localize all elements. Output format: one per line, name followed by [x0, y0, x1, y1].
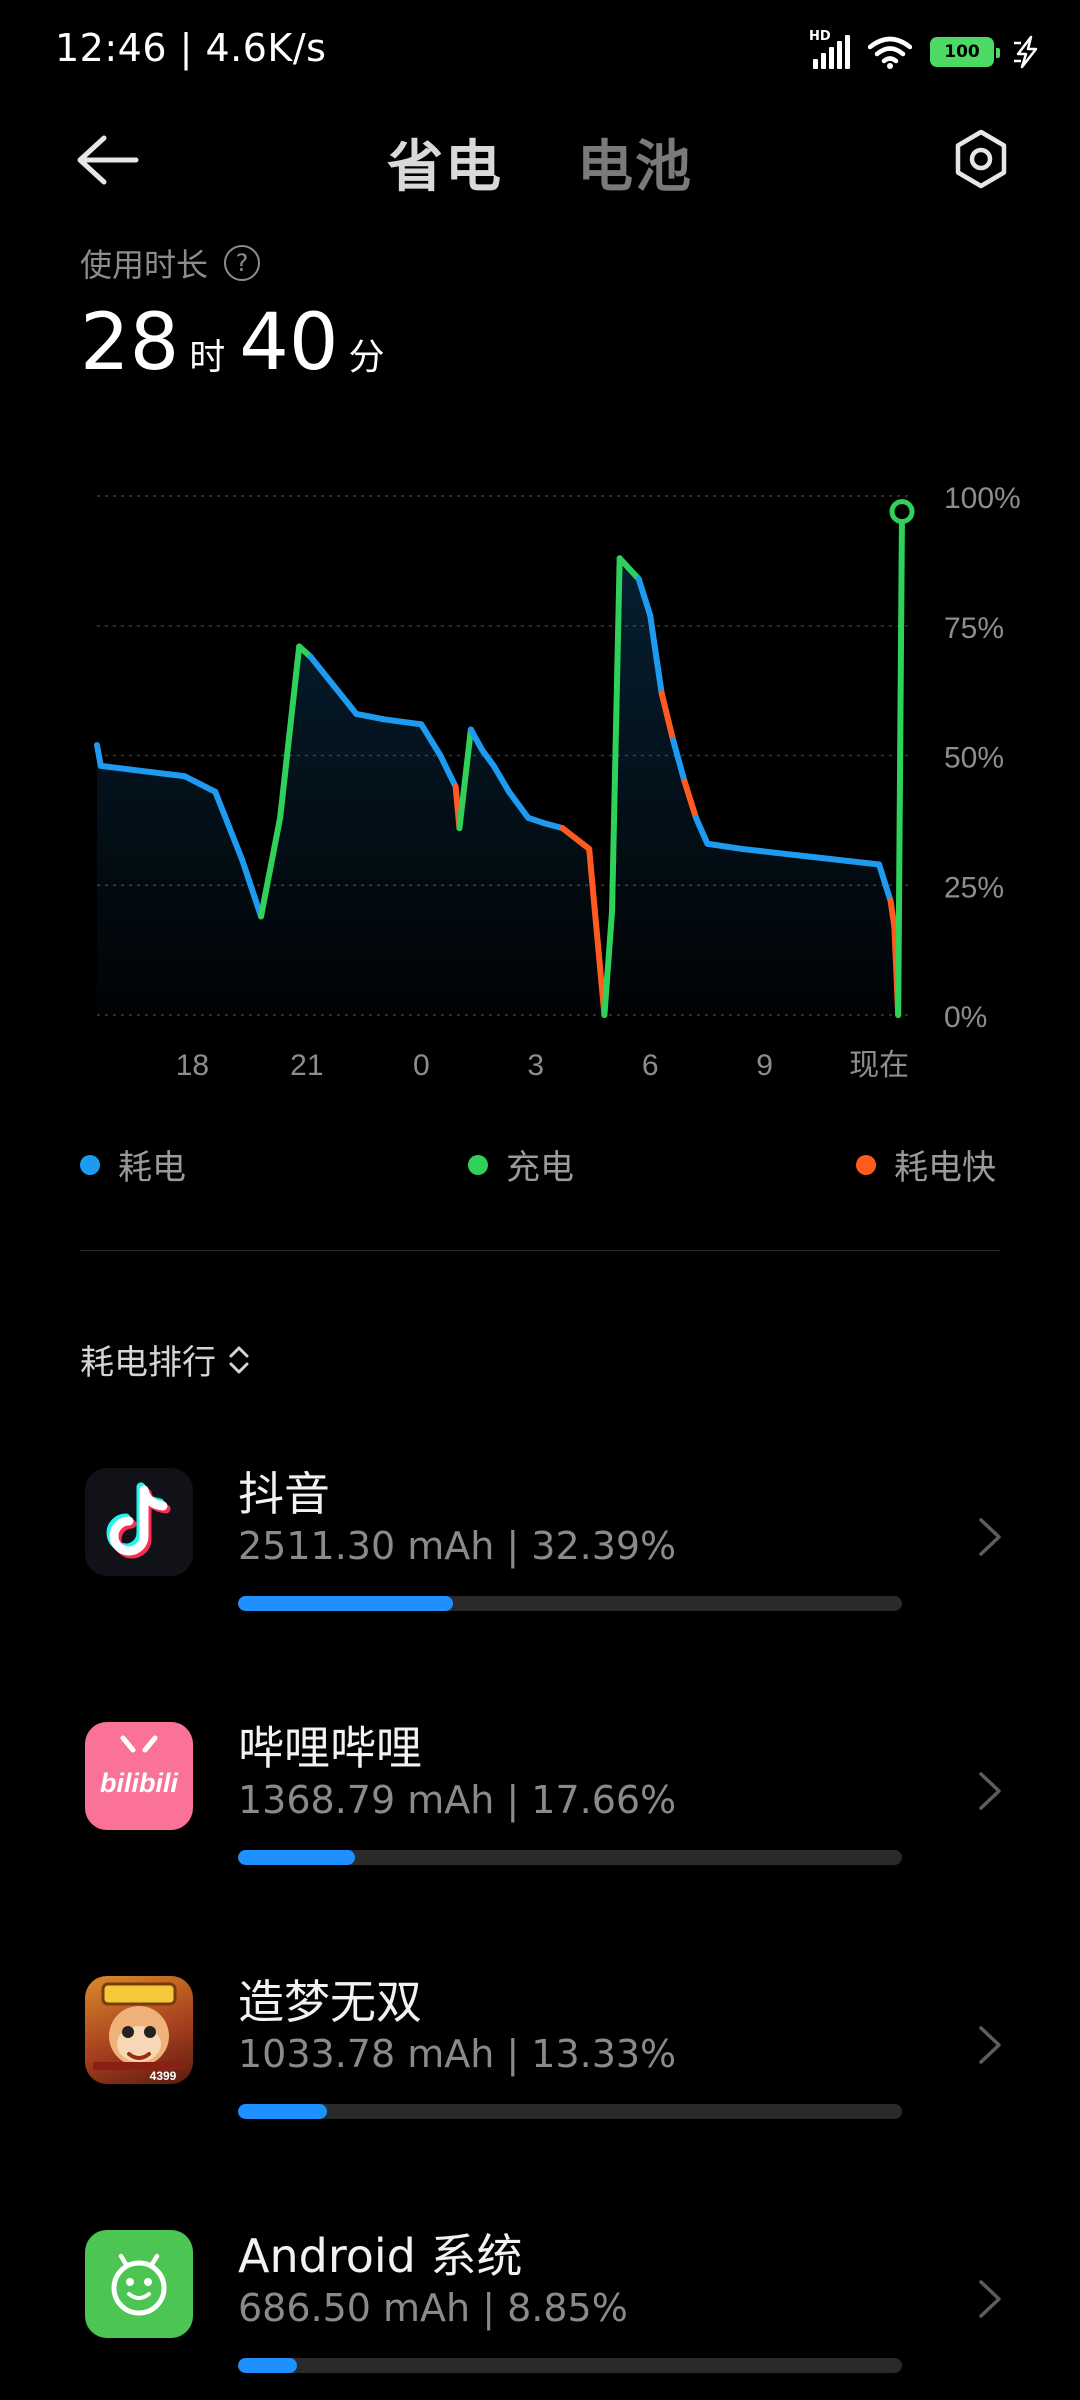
status-bar: 12:46 | 4.6K/s HD 100 [0, 0, 1080, 100]
battery-level: 100 [944, 41, 980, 62]
usage-duration-label: 使用时长 ? [80, 240, 261, 286]
legend-item-charge: 充电 [468, 1140, 574, 1189]
y-tick-label: 50% [944, 742, 1004, 775]
usage-bar-track [238, 2104, 902, 2119]
battery-level-chart: 100% 75% 50% 25% 0% 18 21 0 3 6 9 现在 [94, 482, 1021, 1082]
wifi-icon [868, 36, 912, 69]
x-tick-label: 6 [642, 1049, 659, 1082]
x-tick-label: 21 [290, 1049, 323, 1082]
ranking-title: 耗电排行 [80, 1343, 216, 1383]
tab-battery[interactable]: 电池 [577, 122, 693, 203]
battery-segment [94, 742, 104, 769]
status-icons: HD 100 [809, 28, 1042, 76]
divider [80, 1250, 1000, 1251]
x-tick-label: 0 [413, 1049, 430, 1082]
legend-label-drain: 耗电 [118, 1148, 186, 1188]
sort-toggle-icon [229, 1346, 249, 1373]
legend-item-fast-drain: 耗电快 [856, 1140, 996, 1189]
usage-bar-track [238, 1596, 902, 1611]
settings-icon[interactable] [950, 128, 1012, 190]
usage-bar-fill [238, 2104, 327, 2119]
x-tick-label: 现在 [849, 1049, 909, 1082]
app-row-android-system[interactable]: Android 系统 686.50 mAh | 8.85% [0, 2229, 1080, 2400]
usage-minutes: 40 [239, 298, 339, 388]
chevron-right-icon [979, 2026, 1001, 2064]
battery-icon: 100 [930, 37, 1000, 67]
charging-icon [1014, 35, 1038, 69]
help-icon[interactable]: ? [224, 245, 261, 281]
usage-bar-fill [238, 1596, 454, 1611]
game-badge-text: 4399 [150, 2069, 177, 2083]
bilibili-icon: bilibili [85, 1722, 193, 1830]
hd-badge: HD [809, 29, 831, 44]
android-icon [85, 2230, 193, 2338]
chart-legend: 耗电 充电 耗电快 [0, 1140, 1080, 1190]
app-row-douyin[interactable]: 抖音 2511.30 mAh | 32.39% [0, 1467, 1080, 1658]
app-name: 抖音 [238, 1467, 330, 1521]
legend-label-charge: 充电 [506, 1148, 574, 1188]
app-row-bilibili[interactable]: bilibili 哔哩哔哩 1368.79 mAh | 17.66% [0, 1721, 1080, 1912]
game-icon: 4399 [85, 1976, 193, 2084]
y-tick-label: 25% [944, 871, 1004, 904]
app-usage-stat: 2511.30 mAh | 32.39% [238, 1524, 677, 1568]
usage-bar-fill [238, 1850, 356, 1865]
battery-segment [887, 897, 898, 930]
x-tick-label: 3 [527, 1049, 544, 1082]
app-name: Android 系统 [238, 2229, 523, 2283]
usage-bar-fill [238, 2358, 297, 2373]
y-tick-label: 0% [944, 1001, 987, 1034]
x-tick-label: 9 [756, 1049, 773, 1082]
legend-item-drain: 耗电 [80, 1140, 186, 1189]
usage-bar-track [238, 1850, 902, 1865]
app-name: 造梦无双 [238, 1975, 422, 2029]
x-tick-label: 18 [176, 1049, 209, 1082]
app-usage-stat: 686.50 mAh | 8.85% [238, 2286, 628, 2330]
y-tick-label: 75% [944, 612, 1004, 645]
current-level-marker [889, 499, 915, 525]
chevron-right-icon [979, 1518, 1001, 1556]
usage-duration-value: 28 时 40 分 [80, 298, 399, 388]
app-row-zaomeng[interactable]: 4399 造梦无双 1033.78 mAh | 13.33% [0, 1975, 1080, 2166]
usage-bar-track [238, 2358, 902, 2373]
app-name: 哔哩哔哩 [238, 1721, 422, 1775]
battery-area-fill [97, 511, 902, 1015]
tab-power-saving[interactable]: 省电 [387, 122, 503, 203]
legend-dot-drain [80, 1154, 100, 1175]
status-time: 12:46 | 4.6K/s [55, 26, 327, 70]
legend-dot-charge [468, 1154, 488, 1175]
usage-minutes-unit: 分 [348, 337, 385, 378]
usage-label-text: 使用时长 [80, 246, 209, 284]
app-usage-stat: 1368.79 mAh | 17.66% [238, 1778, 677, 1822]
usage-hours-unit: 时 [189, 337, 226, 378]
tab-bar: 省电 电池 [0, 122, 1080, 203]
header: 省电 电池 [0, 110, 1080, 210]
legend-dot-fast-drain [856, 1154, 876, 1175]
usage-hours: 28 [80, 298, 180, 388]
power-ranking-sort[interactable]: 耗电排行 [80, 1335, 252, 1384]
app-usage-stat: 1033.78 mAh | 13.33% [238, 2032, 677, 2076]
battery-segment [895, 508, 905, 1018]
tiktok-icon [85, 1468, 193, 1576]
hd-signal-icon: HD [809, 29, 850, 69]
legend-label-fast-drain: 耗电快 [894, 1148, 996, 1188]
bilibili-logo-text: bilibili [100, 1768, 178, 1798]
chevron-right-icon [979, 1772, 1001, 1810]
y-tick-label: 100% [944, 482, 1021, 515]
chevron-right-icon [979, 2280, 1001, 2318]
